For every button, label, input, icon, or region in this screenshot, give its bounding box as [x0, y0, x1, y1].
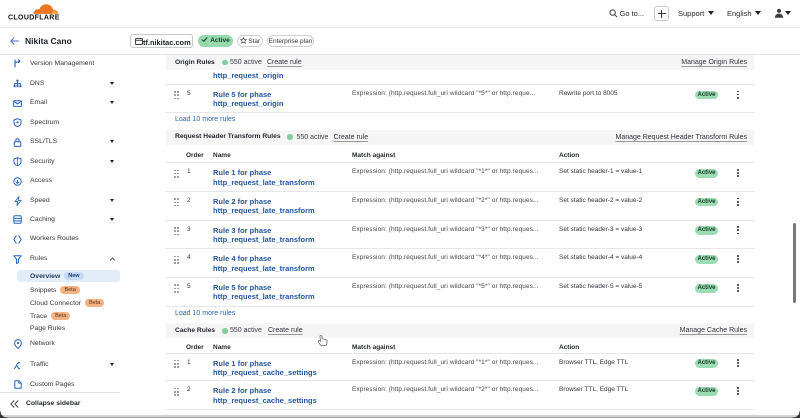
svg-text:CLOUDFLARE: CLOUDFLARE — [8, 14, 60, 21]
